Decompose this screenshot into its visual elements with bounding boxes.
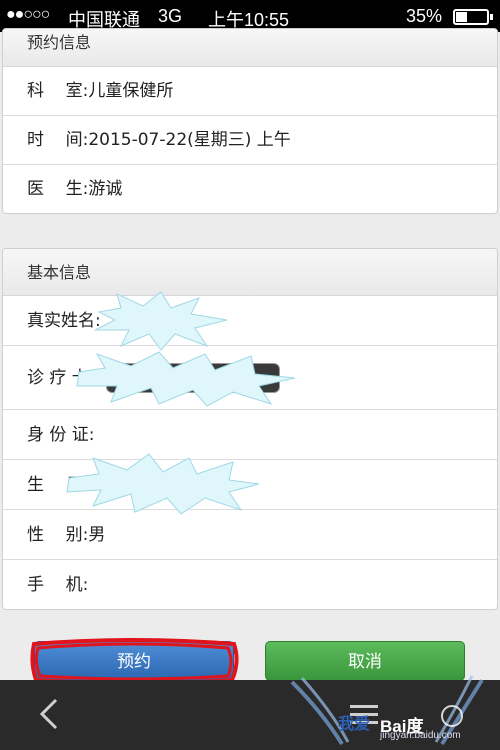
book-button[interactable]: 预约 xyxy=(34,641,234,681)
appointment-info-card: 预约信息 科 室:儿童保健所 时 间:2015-07-22(星期三) 上午 医 … xyxy=(2,28,498,214)
time-label: 时 间: xyxy=(27,130,89,150)
row-real-name[interactable]: 真实姓名: xyxy=(3,291,497,351)
watermark-left-text: 我爱 xyxy=(338,714,371,733)
row-clinic-card[interactable]: 诊 疗 卡: xyxy=(3,346,497,410)
gender-label: 性 别: xyxy=(27,525,89,545)
real-name-label: 真实姓名: xyxy=(27,311,101,331)
redaction-mark xyxy=(66,453,260,515)
department-value: 儿童保健所 xyxy=(88,81,174,101)
battery-percent: 35% xyxy=(406,6,443,26)
watermark-site: jingyan.baidu.com xyxy=(380,730,461,741)
signal-strength-icon: ●●○○○ xyxy=(6,6,50,23)
row-department: 科 室:儿童保健所 xyxy=(3,67,497,116)
doctor-label: 医 生: xyxy=(27,179,89,199)
doctor-value: 游诚 xyxy=(88,179,123,199)
phone-label: 手 机: xyxy=(27,575,89,595)
gender-value: 男 xyxy=(88,525,106,545)
basic-info-title: 基本信息 xyxy=(3,249,497,296)
back-arrow-icon[interactable] xyxy=(34,696,64,732)
cancel-button[interactable]: 取消 xyxy=(265,641,465,681)
battery-icon xyxy=(453,9,493,25)
network-type: 3G xyxy=(158,6,183,26)
redaction-mark xyxy=(76,351,296,407)
row-birthday[interactable]: 生 日: xyxy=(3,453,497,515)
redaction-mark xyxy=(94,291,228,351)
department-label: 科 室: xyxy=(27,81,89,101)
row-time: 时 间:2015-07-22(星期三) 上午 xyxy=(3,116,497,165)
time-value: 2015-07-22(星期三) 上午 xyxy=(88,130,291,150)
battery-fill xyxy=(456,12,467,22)
row-gender[interactable]: 性 别:男 xyxy=(3,510,497,560)
battery-nub xyxy=(490,14,493,20)
row-doctor: 医 生:游诚 xyxy=(3,165,497,213)
basic-info-card: 基本信息 真实姓名: 诊 疗 卡: 身 份 证: 生 日: 性 别:男 手 机: xyxy=(2,248,498,610)
appointment-info-title: 预约信息 xyxy=(3,29,497,67)
row-phone[interactable]: 手 机: xyxy=(3,560,497,609)
